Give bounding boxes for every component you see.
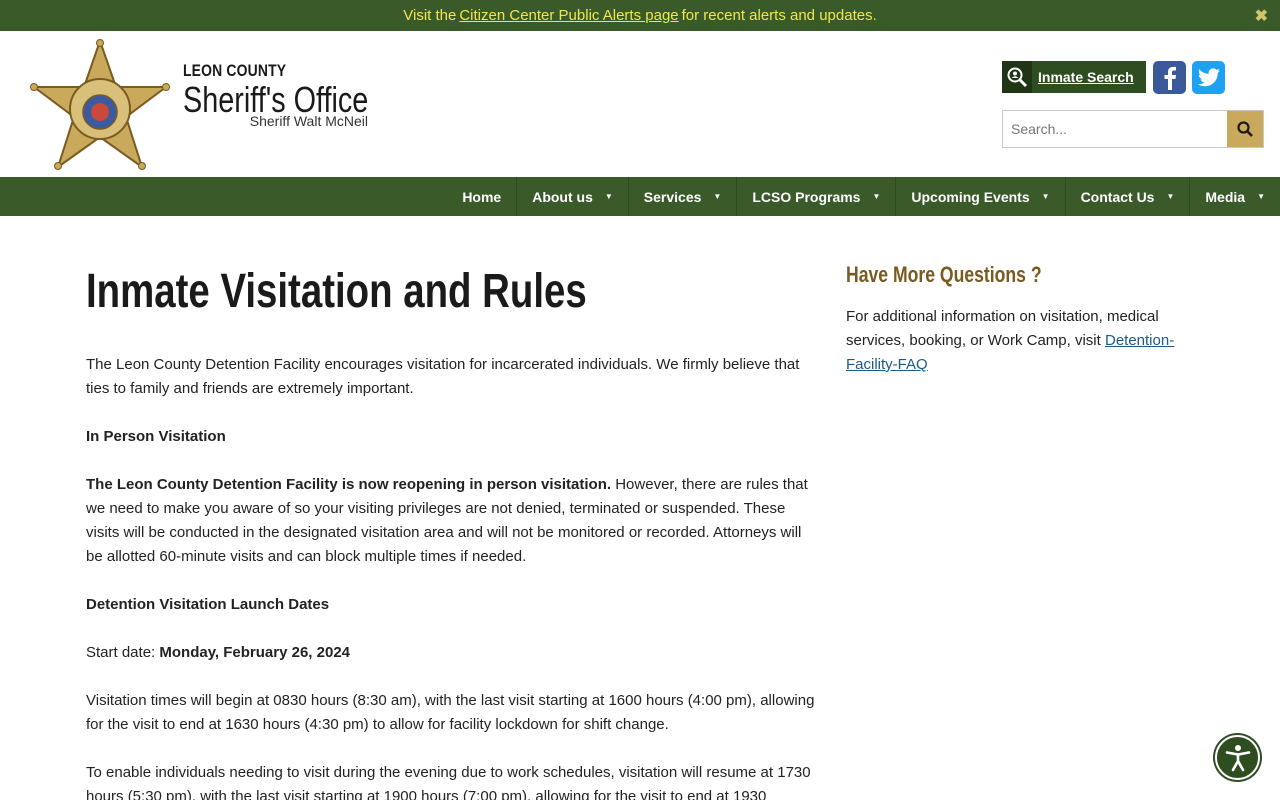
nav-label: Media <box>1205 188 1246 205</box>
evening-paragraph: To enable individuals needing to visit d… <box>86 764 811 800</box>
times-paragraph: Visitation times will begin at 0830 hour… <box>86 692 815 733</box>
sidebar-title: Have More Questions ? <box>846 262 1042 287</box>
start-date-value: Monday, February 26, 2024 <box>159 644 351 661</box>
facebook-icon[interactable] <box>1153 61 1186 94</box>
nav-item-home[interactable]: Home <box>447 177 516 216</box>
alert-bar: Visit the Citizen Center Public Alerts p… <box>0 0 1280 31</box>
main-nav: Home About us ▼ Services ▼ LCSO Programs ▼ … <box>0 177 1280 216</box>
caret-down-icon: ▼ <box>604 192 613 201</box>
sheriff-star-badge-logo[interactable] <box>30 39 170 171</box>
nav-label: Upcoming Events <box>911 188 1030 205</box>
search-button[interactable] <box>1227 111 1263 147</box>
caret-down-icon: ▼ <box>1257 192 1265 201</box>
start-date-label: Start date: <box>86 644 160 661</box>
nav-label: About us <box>532 188 593 205</box>
search-input[interactable] <box>1003 111 1227 147</box>
start-date-line: Start date: Monday, February 26, 2024 <box>86 641 816 665</box>
reopening-bold: The Leon County Detention Facility is no… <box>86 476 612 493</box>
nav-item-services[interactable]: Services ▼ <box>627 177 737 216</box>
accessibility-icon[interactable] <box>1215 735 1260 780</box>
site-header: LEON COUNTY Sheriff's Office Sheriff Wal… <box>0 31 1280 177</box>
intro-paragraph: The Leon County Detention Facility encou… <box>86 356 800 397</box>
nav-item-contact-us[interactable]: Contact Us ▼ <box>1064 177 1190 216</box>
nav-item-media[interactable]: Media ▼ <box>1189 177 1280 216</box>
close-icon[interactable]: ✖ <box>1255 6 1268 26</box>
nav-label: Services <box>643 188 702 205</box>
inmate-search-button[interactable]: Inmate Search <box>1002 61 1146 93</box>
nav-item-upcoming-events[interactable]: Upcoming Events ▼ <box>895 177 1064 216</box>
nav-item-about-us[interactable]: About us ▼ <box>516 177 628 216</box>
twitter-icon[interactable] <box>1192 61 1225 94</box>
caret-down-icon: ▼ <box>1166 192 1175 201</box>
page-title: Inmate Visitation and Rules <box>86 265 587 318</box>
main-content: Inmate Visitation and Rules The Leon Cou… <box>86 216 816 800</box>
caret-down-icon: ▼ <box>872 192 881 201</box>
nav-label: Home <box>462 188 502 205</box>
brand-county: LEON COUNTY <box>183 61 287 80</box>
reopening-paragraph: The Leon County Detention Facility is no… <box>86 473 816 569</box>
launch-heading: Detention Visitation Launch Dates <box>86 593 816 617</box>
caret-down-icon: ▼ <box>1041 192 1050 201</box>
sidebar-text: For additional information on visitation… <box>846 305 1186 377</box>
site-brand[interactable]: LEON COUNTY Sheriff's Office Sheriff Wal… <box>183 61 383 129</box>
in-person-heading-text: In Person Visitation <box>86 428 226 445</box>
alert-prefix: Visit the <box>403 7 457 24</box>
site-search <box>1002 110 1264 148</box>
brand-sheriff-name: Sheriff Walt McNeil <box>249 113 368 129</box>
nav-item-lcso-programs[interactable]: LCSO Programs ▼ <box>736 177 895 216</box>
alert-suffix: for recent alerts and updates. <box>681 7 877 24</box>
magnifier-person-icon <box>1002 61 1032 93</box>
in-person-heading: In Person Visitation <box>86 425 816 449</box>
alerts-page-link[interactable]: Citizen Center Public Alerts page <box>459 7 678 24</box>
inmate-search-label: Inmate Search <box>1038 69 1134 85</box>
nav-label: LCSO Programs <box>752 188 861 205</box>
sidebar: Have More Questions ? For additional inf… <box>846 262 1186 377</box>
search-icon <box>1237 121 1253 137</box>
caret-down-icon: ▼ <box>713 192 722 201</box>
nav-label: Contact Us <box>1080 188 1155 205</box>
launch-heading-text: Detention Visitation Launch Dates <box>86 596 330 613</box>
